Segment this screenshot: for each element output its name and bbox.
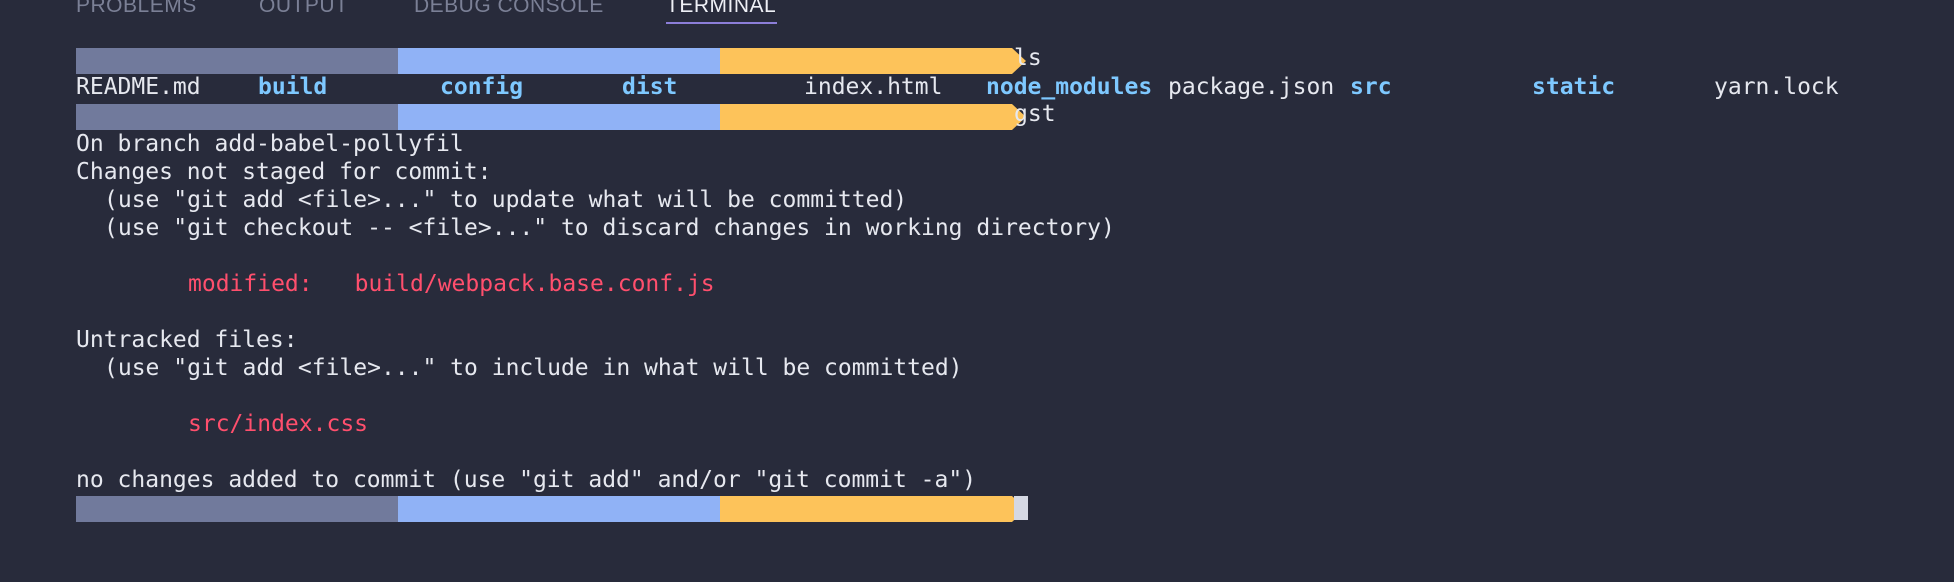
dir-config: config — [440, 74, 524, 100]
prompt-line: ls — [76, 45, 1954, 74]
prompt-git-segment — [720, 104, 1012, 130]
dir-static: static — [1532, 74, 1616, 100]
modified-file: build/webpack.base.conf.js — [354, 271, 715, 297]
untracked-file: src/index.css — [188, 411, 369, 437]
git-untracked-hint: (use "git add <file>..." to include in w… — [104, 355, 963, 381]
prompt-git-segment — [720, 496, 1012, 522]
git-modified-line: modified: build/webpack.base.conf.js — [76, 270, 1954, 298]
terminal-output[interactable]: ls README.md build config dist index.htm… — [76, 45, 1954, 522]
git-unstaged-header: Changes not staged for commit: — [76, 159, 492, 185]
prompt-user-segment — [76, 48, 398, 74]
git-summary-line: no changes added to commit (use "git add… — [76, 467, 977, 493]
active-tab-indicator — [666, 22, 777, 24]
modified-label: modified: — [188, 271, 313, 297]
prompt-path-segment — [398, 496, 720, 522]
tab-output[interactable]: OUTPUT — [259, 0, 348, 18]
tab-problems[interactable]: PROBLEMS — [76, 0, 197, 18]
file-readme: README.md — [76, 74, 201, 100]
dir-build: build — [258, 74, 328, 100]
prompt-segments — [76, 48, 1026, 74]
terminal-cursor — [1014, 496, 1028, 520]
git-branch-line: On branch add-babel-pollyfil — [76, 131, 464, 157]
prompt-path-segment — [398, 48, 720, 74]
prompt-line — [76, 494, 1954, 522]
prompt-segments — [76, 496, 1026, 522]
tab-debug-console[interactable]: DEBUG CONSOLE — [414, 0, 604, 18]
prompt-git-segment — [720, 48, 1012, 74]
git-unstaged-hint-add: (use "git add <file>..." to update what … — [104, 187, 908, 213]
prompt-line: gst — [76, 101, 1954, 130]
git-untracked-header: Untracked files: — [76, 327, 298, 353]
prompt-user-segment — [76, 104, 398, 130]
file-package-json: package.json — [1168, 74, 1335, 100]
dir-src: src — [1350, 74, 1392, 100]
prompt-command: ls — [1014, 45, 1042, 71]
prompt-command: gst — [1014, 101, 1056, 127]
prompt-path-segment — [398, 104, 720, 130]
dir-node-modules: node_modules — [986, 74, 1153, 100]
prompt-user-segment — [76, 496, 398, 522]
ls-output: README.md build config dist index.html n… — [76, 74, 1954, 102]
git-unstaged-hint-checkout: (use "git checkout -- <file>..." to disc… — [104, 215, 1115, 241]
dir-dist: dist — [622, 74, 678, 100]
tab-terminal[interactable]: TERMINAL — [666, 0, 776, 18]
file-yarn-lock: yarn.lock — [1714, 74, 1839, 100]
file-index-html: index.html — [804, 74, 943, 100]
prompt-segments — [76, 104, 1026, 130]
